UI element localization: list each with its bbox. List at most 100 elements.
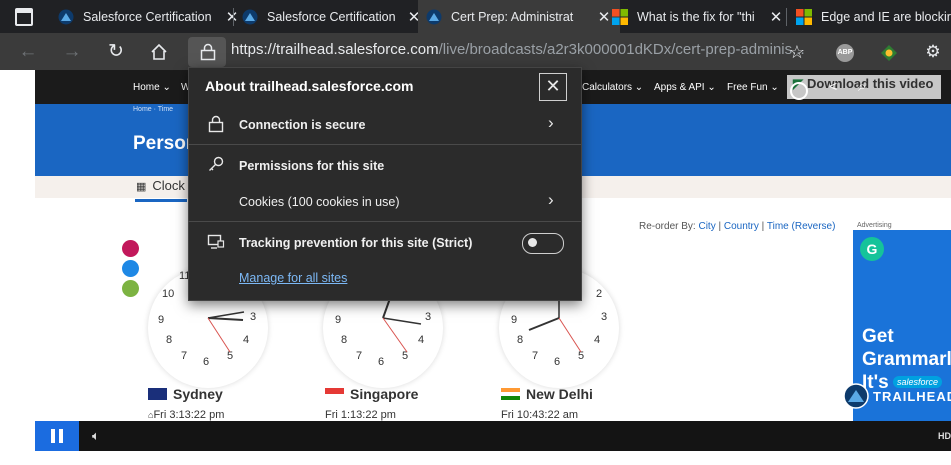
url-path: /live/broadcasts/a2r3k000001dKDx/cert-pr… <box>438 41 805 58</box>
breadcrumb[interactable]: Home · Time <box>133 106 173 113</box>
url-text[interactable]: https://trailhead.salesforce.com/live/br… <box>231 41 805 58</box>
svg-text:7: 7 <box>181 350 187 362</box>
search-icon[interactable]: ⌕ <box>858 78 866 95</box>
nav-free-fun[interactable]: Free Fun ⌄ <box>727 82 779 93</box>
manage-all-sites-link[interactable]: Manage for all sites <box>239 271 347 285</box>
svg-text:6: 6 <box>554 356 560 368</box>
city-sydney[interactable]: Sydney <box>148 386 223 402</box>
svg-text:8: 8 <box>517 334 523 346</box>
pause-button[interactable] <box>35 421 79 451</box>
city-name: Singapore <box>350 386 419 402</box>
extension-icon[interactable] <box>880 44 898 62</box>
volume-icon[interactable]: 🔈︎ <box>92 428 100 444</box>
site-info-button[interactable] <box>188 37 226 67</box>
user-icon[interactable] <box>790 82 808 100</box>
tab-5[interactable]: Edge and IE are blockir <box>788 0 951 33</box>
tab-2[interactable]: Salesforce Certification ✕ <box>234 0 430 33</box>
tab-title: Salesforce Certification <box>267 9 396 24</box>
home-icon[interactable] <box>147 40 171 64</box>
svg-text:3: 3 <box>250 311 256 323</box>
key-icon <box>209 156 224 171</box>
nav-label: Calculators <box>582 82 633 93</box>
city-time-new-delhi: Fri 10:43:22 am <box>501 409 578 421</box>
city-new-delhi[interactable]: New Delhi <box>501 386 593 402</box>
svg-text:9: 9 <box>158 314 164 326</box>
trailhead-icon <box>58 9 74 24</box>
clock-tab-underline <box>135 199 187 202</box>
divider <box>188 144 581 145</box>
tab-title: Salesforce Certification <box>83 9 212 24</box>
time-value: Fri 10:43:22 am <box>501 409 579 421</box>
city-name: Sydney <box>173 386 223 402</box>
reorder-city-link[interactable]: City <box>698 221 715 232</box>
tab-actions-icon-bar <box>17 10 31 13</box>
svg-text:8: 8 <box>341 334 347 346</box>
refresh-icon[interactable]: ↻ <box>104 40 128 64</box>
tab-title: What is the fix for "thi <box>637 9 755 24</box>
time-value: Fri 1:13:22 pm <box>325 409 396 421</box>
tracking-prevention-icon <box>207 234 225 249</box>
lock-icon <box>200 43 216 61</box>
add-favorite-icon[interactable]: ☆ <box>785 40 809 64</box>
permissions-label: Permissions for this site <box>239 159 385 173</box>
chevron-right-icon: › <box>548 113 554 132</box>
trailhead-icon <box>426 9 442 24</box>
video-control-bar <box>35 421 951 451</box>
svg-text:3: 3 <box>425 311 431 323</box>
close-icon[interactable]: ✕ <box>539 73 567 101</box>
svg-text:7: 7 <box>356 350 362 362</box>
reorder-time-link[interactable]: Time (Reverse) <box>767 221 836 232</box>
download-label: Download this video <box>807 76 934 91</box>
forward-icon[interactable]: → <box>60 40 84 64</box>
svg-text:3: 3 <box>601 311 607 323</box>
svg-text:4: 4 <box>594 334 600 346</box>
pause-icon <box>59 429 63 443</box>
tab-title: Cert Prep: Administrat <box>451 9 574 24</box>
tab-1[interactable]: Salesforce Certification ✕ <box>50 0 248 33</box>
clock-tab[interactable]: ▦ Clock <box>136 178 185 193</box>
cookies-label: Cookies (100 cookies in use) <box>239 195 400 209</box>
time-value: Fri 3:13:22 pm <box>153 409 225 421</box>
url-host: https://trailhead.salesforce.com <box>231 41 439 58</box>
share-icon[interactable]: < <box>829 78 837 94</box>
tab-divider <box>786 8 787 26</box>
trailhead-wordmark: TRAILHEAD <box>873 389 951 404</box>
city-singapore[interactable]: Singapore <box>325 386 418 402</box>
divider <box>188 221 581 222</box>
back-icon[interactable]: ← <box>16 40 40 64</box>
grid-icon: ▦ <box>136 181 147 193</box>
nav-home[interactable]: Home ⌄ <box>133 82 171 93</box>
share-icon-edit[interactable] <box>122 260 139 277</box>
reorder-label: Re-order By: <box>639 221 696 232</box>
microsoft-icon <box>612 8 628 25</box>
nav-calculators[interactable]: Calculators ⌄ <box>582 82 643 93</box>
trailhead-icon <box>242 9 258 24</box>
pause-icon <box>51 429 55 443</box>
close-tab-icon[interactable]: ✕ <box>768 8 784 26</box>
share-icon-pinterest[interactable] <box>122 240 139 257</box>
ad-line: Grammarl <box>862 349 951 370</box>
hd-badge[interactable]: HD <box>938 431 951 441</box>
tab-4[interactable]: What is the fix for "thi ✕ <box>604 0 792 33</box>
ad-line: Get <box>862 326 894 347</box>
nav-apps-api[interactable]: Apps & API ⌄ <box>654 82 716 93</box>
city-time-sydney: ⌂Fri 3:13:22 pm <box>148 409 224 421</box>
svg-text:4: 4 <box>243 334 249 346</box>
trailhead-logo: salesforce TRAILHEAD <box>843 376 951 410</box>
tracking-label: Tracking prevention for this site (Stric… <box>239 236 473 250</box>
svg-text:9: 9 <box>335 314 341 326</box>
reorder-country-link[interactable]: Country <box>724 221 759 232</box>
toggle-knob <box>528 238 537 247</box>
svg-text:9: 9 <box>511 314 517 326</box>
connection-label: Connection is secure <box>239 118 366 132</box>
share-icon-add[interactable] <box>122 280 139 297</box>
tab-3-active[interactable]: Cert Prep: Administrat ✕ <box>418 0 620 33</box>
advertising-label: Advertising <box>857 222 892 229</box>
svg-text:6: 6 <box>203 356 209 368</box>
extensions-puzzle-icon[interactable]: ⚙ <box>921 40 945 64</box>
grammarly-logo-icon: G <box>860 237 884 261</box>
singapore-flag-icon <box>325 388 344 400</box>
adblock-extension-icon[interactable]: ABP <box>836 44 854 62</box>
lock-icon <box>208 115 224 133</box>
svg-text:4: 4 <box>418 334 424 346</box>
